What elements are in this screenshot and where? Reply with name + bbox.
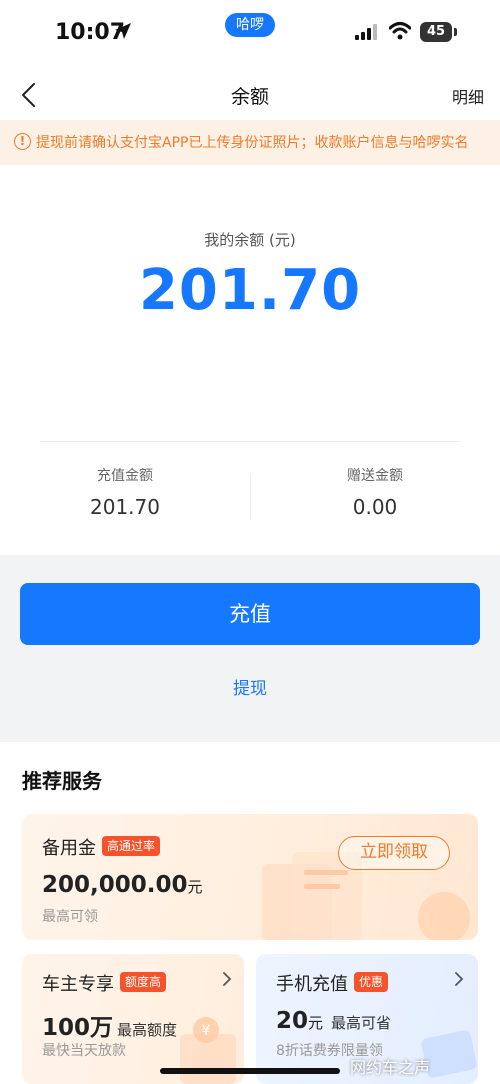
claim-button[interactable]: 立即领取 <box>338 836 450 870</box>
reserve-fund-amount: 200,000.00元 <box>42 872 203 898</box>
location-arrow-icon <box>115 23 131 39</box>
wifi-icon <box>389 22 411 40</box>
info-icon: ! <box>14 133 31 150</box>
reserve-fund-card[interactable]: 备用金 高通过率 200,000.00元 最高可领 立即领取 <box>22 814 478 940</box>
car-owner-card[interactable]: ¥ 车主专享 额度高 100万 最高额度 最快当天放款 <box>22 954 244 1084</box>
divider <box>40 441 460 442</box>
gift-amount-label: 赠送金额 <box>347 468 403 484</box>
balance-amount: 201.70 <box>138 258 362 323</box>
gift-amount-value: 0.00 <box>352 495 398 519</box>
battery-level: 45 <box>420 22 452 42</box>
phone-recharge-title: 手机充值 <box>276 974 348 995</box>
cellular-signal-icon <box>355 24 377 40</box>
withdraw-link[interactable]: 提现 <box>0 674 500 699</box>
section-title: 推荐服务 <box>22 769 102 793</box>
phone-recharge-amount: 20元 最高可省 <box>276 1008 392 1034</box>
chevron-right-icon <box>223 972 232 986</box>
page-title: 余额 <box>230 86 269 108</box>
details-link[interactable]: 明细 <box>452 84 484 108</box>
balance-card: 我的余额 (元) 201.70 充值金额 201.70 赠送金额 0.00 <box>0 165 500 555</box>
home-indicator[interactable] <box>160 1068 340 1074</box>
high-pass-rate-badge: 高通过率 <box>102 836 161 856</box>
recommended-services: 推荐服务 备用金 高通过率 200,000.00元 最高可领 立即领取 ¥ 车主… <box>0 742 500 1084</box>
discount-badge: 优惠 <box>354 972 389 992</box>
coin-illustration-icon <box>418 892 470 940</box>
recharge-amount-label: 充值金额 <box>97 468 153 484</box>
reserve-fund-title: 备用金 <box>42 838 96 859</box>
car-owner-title: 车主专享 <box>42 974 114 995</box>
app-pill: 哈啰 <box>225 13 275 37</box>
high-limit-badge: 额度高 <box>120 972 167 992</box>
notice-text: 提现前请确认支付宝APP已上传身份证照片；收款账户信息与哈啰实名 <box>36 135 469 151</box>
car-owner-desc: 最快当天放款 <box>42 1043 126 1059</box>
status-bar: 10:07 哈啰 45 <box>0 0 500 70</box>
chevron-right-icon <box>455 972 464 986</box>
battery-icon: 45 <box>420 22 458 42</box>
recharge-amount-value: 201.70 <box>90 495 160 519</box>
svg-text:¥: ¥ <box>202 1023 211 1039</box>
recharge-button[interactable]: 充值 <box>20 583 480 645</box>
balance-label: 我的余额 (元) <box>204 231 296 249</box>
watermark: 网约车之声 <box>350 1058 431 1077</box>
reserve-fund-desc: 最高可领 <box>42 909 98 925</box>
nav-bar: 余额 明细 <box>0 70 500 120</box>
car-owner-amount: 100万 最高额度 <box>42 1015 178 1041</box>
notice-banner: ! 提现前请确认支付宝APP已上传身份证照片；收款账户信息与哈啰实名 <box>0 120 500 165</box>
